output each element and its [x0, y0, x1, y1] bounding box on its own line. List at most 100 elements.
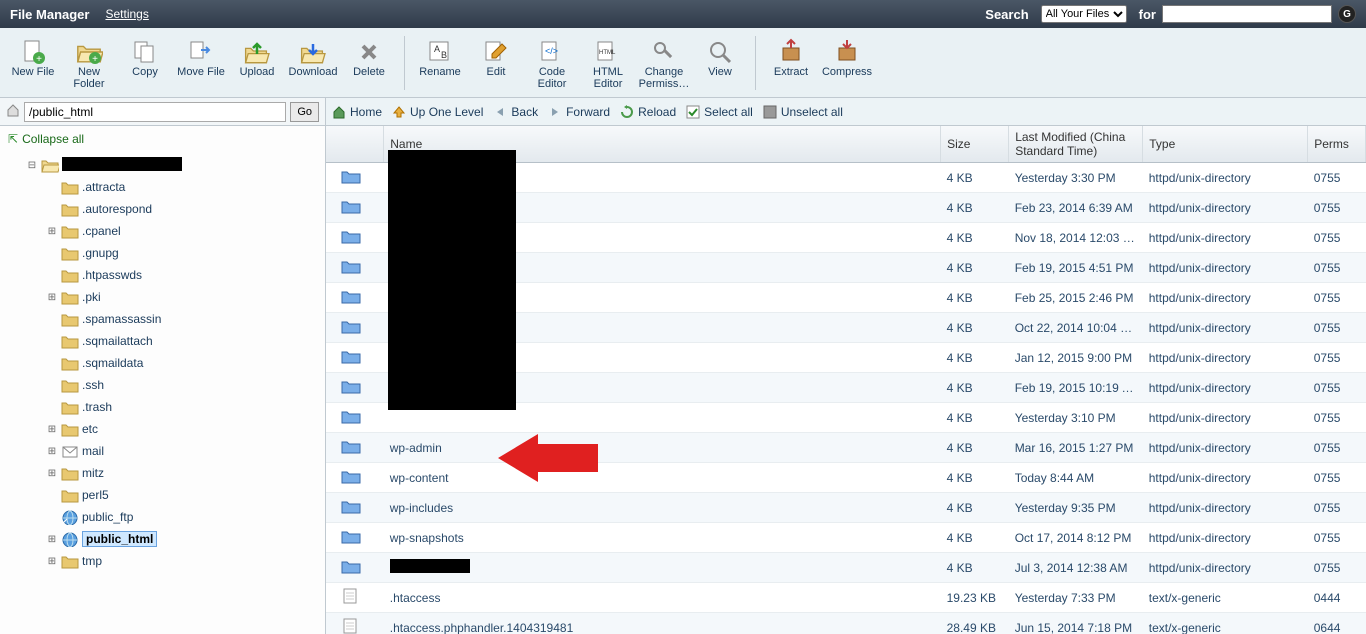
folder-icon: [340, 167, 362, 188]
tree-item-mail[interactable]: ⊞mail: [12, 440, 321, 462]
tree-item-etc[interactable]: ⊞etc: [12, 418, 321, 440]
tree-item-.pki[interactable]: ⊞.pki: [12, 286, 321, 308]
tree-toggle[interactable]: ⊞: [46, 424, 58, 435]
rename-button[interactable]: ABRename: [413, 34, 467, 82]
search-scope-select[interactable]: All Your Files: [1041, 5, 1127, 23]
row-modified-cell: Yesterday 3:30 PM: [1009, 163, 1143, 193]
view-button[interactable]: View: [693, 34, 747, 82]
tree-item-public_ftp[interactable]: public_ftp: [12, 506, 321, 528]
table-row[interactable]: 4 KBFeb 19, 2015 10:19 AMhttpd/unix-dire…: [326, 373, 1366, 403]
table-row[interactable]: wp-content4 KBToday 8:44 AMhttpd/unix-di…: [326, 463, 1366, 493]
collapse-all-label: Collapse all: [22, 132, 84, 146]
table-row[interactable]: 4 KBFeb 19, 2015 4:51 PMhttpd/unix-direc…: [326, 253, 1366, 283]
table-row[interactable]: 4 KBJan 12, 2015 9:00 PMhttpd/unix-direc…: [326, 343, 1366, 373]
nav-unselect-all[interactable]: Unselect all: [763, 105, 843, 119]
col-header-size[interactable]: Size: [941, 126, 1009, 163]
row-icon-cell: [326, 193, 384, 223]
tree-item-mitz[interactable]: ⊞mitz: [12, 462, 321, 484]
col-header-name[interactable]: Name: [384, 126, 941, 163]
nav-home[interactable]: Home: [332, 105, 382, 119]
tree-item-.htpasswds[interactable]: .htpasswds: [12, 264, 321, 286]
nav-select-all[interactable]: Select all: [686, 105, 753, 119]
edit-button[interactable]: Edit: [469, 34, 523, 82]
table-row[interactable]: 4 KBFeb 25, 2015 2:46 PMhttpd/unix-direc…: [326, 283, 1366, 313]
tree-item-.autorespond[interactable]: .autorespond: [12, 198, 321, 220]
table-row[interactable]: 4 KBJul 3, 2014 12:38 AMhttpd/unix-direc…: [326, 553, 1366, 583]
search-input[interactable]: [1162, 5, 1332, 23]
tree-toggle[interactable]: ⊞: [46, 292, 58, 303]
table-row[interactable]: 4 KBOct 22, 2014 10:04 PMhttpd/unix-dire…: [326, 313, 1366, 343]
upload-button[interactable]: Upload: [230, 34, 284, 82]
extract-button[interactable]: Extract: [764, 34, 818, 82]
search-go-button[interactable]: G: [1338, 5, 1356, 23]
table-row[interactable]: .htaccess.phphandler.140431948128.49 KBJ…: [326, 613, 1366, 634]
nav-back[interactable]: Back: [493, 105, 538, 119]
compress-label: Compress: [822, 66, 872, 78]
row-size-cell: 4 KB: [941, 343, 1009, 373]
tree-item-.sqmaildata[interactable]: .sqmaildata: [12, 352, 321, 374]
table-row[interactable]: 4 KBFeb 23, 2014 6:39 AMhttpd/unix-direc…: [326, 193, 1366, 223]
tree-item-.sqmailattach[interactable]: .sqmailattach: [12, 330, 321, 352]
tree-item-.ssh[interactable]: .ssh: [12, 374, 321, 396]
tree-item-perl5[interactable]: perl5: [12, 484, 321, 506]
table-row[interactable]: wp-includes4 KBYesterday 9:35 PMhttpd/un…: [326, 493, 1366, 523]
tree-item-.attracta[interactable]: .attracta: [12, 176, 321, 198]
col-header-perms[interactable]: Perms: [1308, 126, 1366, 163]
path-bar: Go: [0, 98, 325, 126]
row-modified-cell: Today 8:44 AM: [1009, 463, 1143, 493]
table-row[interactable]: wp-admin4 KBMar 16, 2015 1:27 PMhttpd/un…: [326, 433, 1366, 463]
new-file-button[interactable]: +New File: [6, 34, 60, 82]
row-size-cell: 4 KB: [941, 373, 1009, 403]
path-input[interactable]: [24, 102, 286, 122]
table-row[interactable]: wp-snapshots4 KBOct 17, 2014 8:12 PMhttp…: [326, 523, 1366, 553]
tree-toggle[interactable]: ⊞: [46, 468, 58, 479]
row-type-cell: httpd/unix-directory: [1143, 523, 1308, 553]
path-go-button[interactable]: Go: [290, 102, 319, 122]
tree-item-tree-root[interactable]: ⊟: [12, 154, 321, 176]
table-row[interactable]: 4 KBNov 18, 2014 12:03 PMhttpd/unix-dire…: [326, 223, 1366, 253]
tree-toggle[interactable]: ⊞: [46, 556, 58, 567]
tree-toggle[interactable]: ⊞: [46, 226, 58, 237]
col-header-modified[interactable]: Last Modified (China Standard Time): [1009, 126, 1143, 163]
code-editor-button[interactable]: </>Code Editor: [525, 34, 579, 94]
copy-button[interactable]: Copy: [118, 34, 172, 82]
tree-toggle[interactable]: ⊟: [26, 160, 38, 171]
col-header-icon[interactable]: [326, 126, 384, 163]
nav-reload[interactable]: Reload: [620, 105, 676, 119]
nav-forward[interactable]: Forward: [548, 105, 610, 119]
edit-label: Edit: [487, 66, 506, 78]
tree-item-.trash[interactable]: .trash: [12, 396, 321, 418]
row-perms-cell: 0755: [1308, 253, 1366, 283]
tree-toggle[interactable]: ⊞: [46, 446, 58, 457]
download-button[interactable]: Download: [286, 34, 340, 82]
collapse-all-button[interactable]: ⇱ Collapse all: [0, 126, 325, 152]
row-modified-cell: Jan 12, 2015 9:00 PM: [1009, 343, 1143, 373]
nav-reload-label: Reload: [638, 105, 676, 119]
file-table-wrap[interactable]: Name Size Last Modified (China Standard …: [326, 126, 1366, 634]
col-header-type[interactable]: Type: [1143, 126, 1308, 163]
table-row[interactable]: 4 KBYesterday 3:30 PMhttpd/unix-director…: [326, 163, 1366, 193]
row-name-cell: [384, 553, 941, 583]
tree-item-label: .autorespond: [82, 202, 152, 216]
nav-up[interactable]: Up One Level: [392, 105, 483, 119]
tree-item-.gnupg[interactable]: .gnupg: [12, 242, 321, 264]
delete-button[interactable]: Delete: [342, 34, 396, 82]
new-folder-button[interactable]: +New Folder: [62, 34, 116, 94]
change-perms-button[interactable]: Change Permiss…: [637, 34, 691, 94]
folder-icon: [61, 421, 79, 437]
move-file-button[interactable]: Move File: [174, 34, 228, 82]
tree-item-label: public_html: [82, 531, 157, 547]
tree-item-tmp[interactable]: ⊞tmp: [12, 550, 321, 572]
table-row[interactable]: 4 KBYesterday 3:10 PMhttpd/unix-director…: [326, 403, 1366, 433]
tree-toggle[interactable]: ⊞: [46, 534, 58, 545]
row-name-cell: [384, 223, 941, 253]
row-type-cell: httpd/unix-directory: [1143, 493, 1308, 523]
globe-link-icon: [61, 509, 79, 525]
tree-item-.cpanel[interactable]: ⊞.cpanel: [12, 220, 321, 242]
compress-button[interactable]: Compress: [820, 34, 874, 82]
table-row[interactable]: .htaccess19.23 KBYesterday 7:33 PMtext/x…: [326, 583, 1366, 613]
settings-link[interactable]: Settings: [105, 7, 148, 21]
tree-item-.spamassassin[interactable]: .spamassassin: [12, 308, 321, 330]
html-editor-button[interactable]: HTMLHTML Editor: [581, 34, 635, 94]
tree-item-public_html[interactable]: ⊞ public_html: [12, 528, 321, 550]
